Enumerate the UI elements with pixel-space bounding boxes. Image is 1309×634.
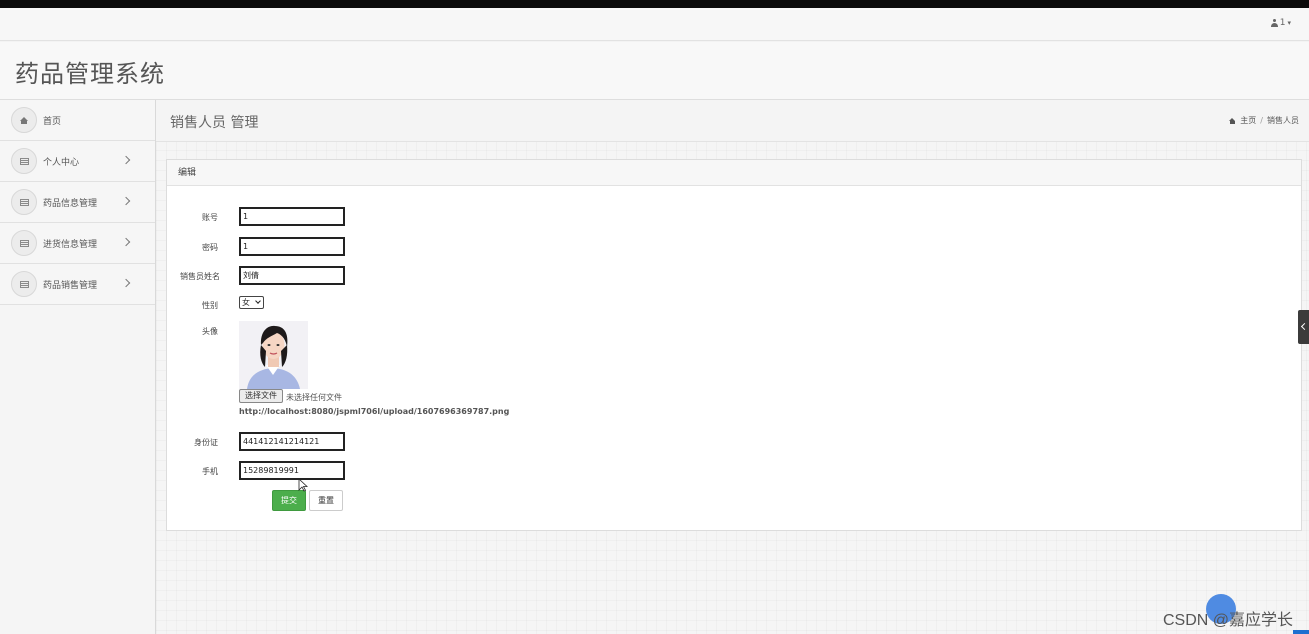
home-icon [11,107,37,133]
page-header: 销售人员 管理 主页 / 销售人员 [156,100,1309,142]
account-field[interactable]: 1 [239,207,345,226]
password-field[interactable]: 1 [239,237,345,256]
sidebar-item-drug-info[interactable]: 药品信息管理 [0,182,155,223]
user-menu[interactable]: 1 ▾ [1270,18,1291,28]
chevron-right-icon [121,196,131,206]
sidebar-item-home[interactable]: 首页 [0,100,155,141]
collapse-panel-tab[interactable] [1298,310,1309,344]
name-label: 销售员姓名 [180,272,220,281]
account-label: 账号 [202,213,218,222]
password-label: 密码 [202,243,218,252]
home-icon [1229,117,1236,124]
sidebar-item-personal-center[interactable]: 个人中心 [0,141,155,182]
id-card-label: 身份证 [194,438,218,447]
app-title: 药品管理系统 [15,60,165,88]
sidebar-item-purchase-info[interactable]: 进货信息管理 [0,223,155,264]
reset-button[interactable]: 重置 [309,490,343,511]
chevron-right-icon [121,155,131,165]
page-title: 销售人员 管理 [170,115,259,131]
list-icon [11,230,37,256]
sidebar-item-label: 个人中心 [43,157,80,168]
panel-title: 编辑 [167,160,1301,186]
id-card-field[interactable]: 441412141214121 [239,432,345,451]
mouse-cursor-icon [298,478,308,492]
breadcrumb-current: 销售人员 [1267,116,1299,125]
edit-panel: 编辑 账号 1 密码 1 销售员姓名 刘倩 性别 女 头像 选择文件 未选择任何… [166,159,1302,531]
chevron-right-icon [121,278,131,288]
chevron-down-icon [255,298,261,304]
sidebar: 首页 个人中心 药品信息管理 进货信息管理 药品销售管理 [0,100,156,634]
submit-button[interactable]: 提交 [272,490,306,511]
corner-accent [1293,630,1309,634]
phone-label: 手机 [202,467,218,476]
sidebar-item-drug-sales[interactable]: 药品销售管理 [0,264,155,305]
breadcrumb: 主页 / 销售人员 [1229,115,1299,126]
sidebar-item-label: 药品信息管理 [43,198,98,209]
sidebar-item-label: 首页 [43,116,62,127]
choose-file-button[interactable]: 选择文件 [239,389,283,403]
chevron-right-icon [121,237,131,247]
list-icon [11,148,37,174]
breadcrumb-home-link[interactable]: 主页 [1240,115,1256,126]
phone-field[interactable]: 15289819991 [239,461,345,480]
window-top-strip [0,0,1309,8]
avatar-label: 头像 [202,327,218,336]
breadcrumb-separator: / [1260,116,1263,125]
top-navbar: 1 ▾ [0,8,1309,41]
gender-select[interactable]: 女 [239,296,264,309]
main-content: 销售人员 管理 主页 / 销售人员 编辑 账号 1 密码 1 销售员姓名 刘倩 … [156,100,1309,634]
user-icon [1270,19,1278,27]
upload-path: http://localhost:8080/jspml706l/upload/1… [239,407,510,416]
avatar-image [239,321,308,389]
name-field[interactable]: 刘倩 [239,266,345,285]
watermark: CSDN @嘉应学长 [1162,612,1293,629]
app-header: 药品管理系统 [0,42,1309,100]
user-menu-label: 1 [1279,18,1286,28]
file-status: 未选择任何文件 [286,393,342,402]
list-icon [11,189,37,215]
caret-down-icon: ▾ [1287,19,1291,27]
sidebar-item-label: 药品销售管理 [43,280,98,291]
list-icon [11,271,37,297]
sidebar-item-label: 进货信息管理 [43,239,98,250]
gender-select-value: 女 [242,298,250,307]
gender-label: 性别 [202,301,218,310]
